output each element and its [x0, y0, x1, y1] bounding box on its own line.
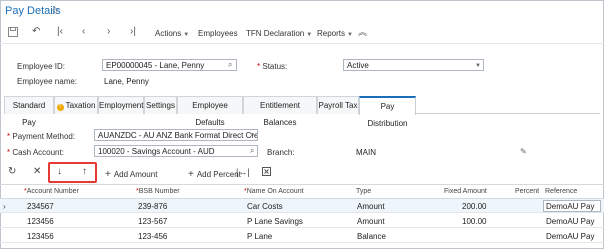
status-value: Active: [347, 61, 369, 70]
cell-name-on-account[interactable]: Car Costs: [247, 202, 283, 211]
previous-record-icon[interactable]: ‹: [82, 27, 85, 37]
plus-icon: +: [188, 169, 194, 180]
branch-label: Branch:: [267, 148, 295, 157]
payment-method-label: * Payment Method:: [7, 132, 76, 141]
table-row[interactable]: › 234567 239-876 Car Costs Amount 200.00…: [0, 199, 604, 213]
actions-label: Actions: [155, 29, 182, 38]
cell-reference[interactable]: DemoAU Pay: [546, 202, 594, 211]
first-record-icon[interactable]: |‹: [57, 27, 63, 37]
delete-row-icon[interactable]: ✕: [33, 167, 41, 177]
tab-payroll-tax[interactable]: Payroll Tax: [317, 96, 359, 114]
cash-account-value: 100020 - Savings Account - AUD: [98, 147, 215, 156]
refresh-icon[interactable]: ↻: [8, 167, 16, 177]
save-icon[interactable]: [8, 27, 18, 40]
cell-bsb-number[interactable]: 123-567: [138, 217, 167, 226]
cell-fixed-amount[interactable]: 200.00: [462, 202, 486, 211]
tab-taxation[interactable]: ! Taxation: [54, 96, 98, 114]
column-header-percent[interactable]: Percent: [515, 188, 539, 195]
branch-value: MAIN: [356, 148, 376, 157]
cell-fixed-amount[interactable]: 100.00: [462, 217, 486, 226]
tfn-declaration-menu[interactable]: TFN Declaration ▼: [246, 29, 312, 38]
column-header-name-on-account-text: Name On Account: [246, 188, 304, 195]
employees-button[interactable]: Employees: [198, 29, 238, 38]
add-percent-label: Add Percent: [196, 170, 241, 179]
export-excel-icon[interactable]: [262, 167, 271, 179]
status-label-text: Status:: [262, 62, 288, 71]
title-bar: Pay Details ☆: [0, 0, 604, 22]
search-icon[interactable]: ⌕: [250, 146, 254, 156]
reports-menu[interactable]: Reports ▼: [317, 29, 353, 38]
search-icon[interactable]: ⌕: [228, 60, 232, 70]
payment-method-value: AUANZDC - AU ANZ Bank Format Direct Cred…: [98, 131, 258, 140]
undo-icon[interactable]: ↶: [32, 27, 40, 37]
add-amount-label: Add Amount: [113, 170, 158, 179]
tab-taxation-label: Taxation: [65, 101, 96, 110]
plus-icon: +: [105, 169, 111, 180]
chevron-down-icon: ▼: [183, 32, 190, 38]
cash-account-label: * Cash Account:: [7, 148, 64, 157]
payment-method-label-text: Payment Method:: [12, 132, 76, 141]
last-record-icon[interactable]: ›|: [130, 27, 136, 37]
employee-name-label: Employee name:: [17, 77, 78, 86]
cell-name-on-account[interactable]: P Lane: [247, 232, 272, 241]
employee-id-field[interactable]: EP00000045 - Lane, Penny: [102, 59, 237, 71]
status-label: * Status:: [257, 62, 288, 71]
favorite-star-icon[interactable]: ☆: [50, 4, 60, 17]
cell-reference[interactable]: DemoAU Pay: [546, 217, 594, 226]
cell-reference[interactable]: DemoAU Pay: [546, 232, 594, 241]
chevron-down-icon: ▼: [306, 32, 313, 38]
add-amount-button[interactable]: + Add Amount: [105, 169, 157, 180]
column-header-name-on-account[interactable]: *Name On Account: [244, 188, 304, 195]
column-header-bsb-number[interactable]: *BSB Number: [136, 188, 180, 195]
cell-account-number[interactable]: 123456: [27, 232, 54, 241]
tab-employee-defaults[interactable]: Employee Defaults: [177, 96, 243, 127]
column-header-account-number[interactable]: *Account Number: [24, 188, 79, 195]
cash-account-field[interactable]: 100020 - Savings Account - AUD: [94, 145, 258, 157]
tab-bar: Standard Pay ! Taxation Employment Settin…: [4, 96, 600, 128]
tfn-declaration-label: TFN Declaration: [246, 29, 305, 38]
cell-type[interactable]: Amount: [357, 202, 385, 211]
collapse-icon[interactable]: ︽: [358, 27, 367, 37]
employee-id-value: EP00000045 - Lane, Penny: [106, 61, 205, 70]
cell-account-number[interactable]: 234567: [27, 202, 54, 211]
column-header-fixed-amount[interactable]: Fixed Amount: [444, 188, 487, 195]
search-icon[interactable]: ⌕: [250, 130, 254, 140]
highlight-box: [48, 162, 97, 183]
add-percent-button[interactable]: + Add Percent: [188, 169, 241, 180]
fit-columns-icon[interactable]: |↔|: [236, 167, 250, 177]
cell-account-number[interactable]: 123456: [27, 217, 54, 226]
warning-icon: !: [56, 104, 64, 111]
column-header-bsb-number-text: BSB Number: [138, 188, 180, 195]
row-selector-icon: ›: [3, 202, 6, 211]
next-record-icon[interactable]: ›: [107, 27, 110, 37]
employee-name-value: Lane, Penny: [104, 77, 149, 86]
cell-type[interactable]: Balance: [357, 232, 386, 241]
cell-bsb-number[interactable]: 239-876: [138, 202, 167, 211]
tab-pay-distribution[interactable]: Pay Distribution: [359, 96, 416, 128]
table-row[interactable]: 123456 123-456 P Lane Balance DemoAU Pay: [0, 229, 604, 243]
tab-employment[interactable]: Employment: [98, 96, 144, 114]
edit-pencil-icon[interactable]: ✎: [520, 147, 527, 156]
tab-entitlement-balances[interactable]: Entitlement Balances: [243, 96, 317, 127]
tab-settings[interactable]: Settings: [144, 96, 177, 114]
actions-menu[interactable]: Actions ▼: [155, 29, 189, 38]
employee-id-label: Employee ID:: [17, 62, 66, 71]
main-toolbar: ↶ |‹ ‹ › ›| Actions ▼ Employees TFN Decla…: [0, 22, 604, 44]
cash-account-label-text: Cash Account:: [12, 148, 64, 157]
payment-method-field[interactable]: AUANZDC - AU ANZ Bank Format Direct Cred…: [94, 129, 258, 141]
reports-label: Reports: [317, 29, 346, 38]
column-header-type[interactable]: Type: [356, 188, 371, 195]
cell-type[interactable]: Amount: [357, 217, 385, 226]
column-header-reference[interactable]: Reference: [545, 188, 577, 195]
chevron-down-icon: ▼: [347, 32, 353, 38]
cell-bsb-number[interactable]: 123-456: [138, 232, 167, 241]
tab-standard-pay[interactable]: Standard Pay: [4, 96, 54, 127]
status-select[interactable]: Active: [343, 59, 484, 71]
column-header-account-number-text: Account Number: [26, 188, 79, 195]
grid-header: *Account Number *BSB Number *Name On Acc…: [0, 184, 604, 199]
cell-name-on-account[interactable]: P Lane Savings: [247, 217, 303, 226]
chevron-down-icon: ▼: [475, 63, 481, 69]
table-row[interactable]: 123456 123-567 P Lane Savings Amount 100…: [0, 214, 604, 228]
